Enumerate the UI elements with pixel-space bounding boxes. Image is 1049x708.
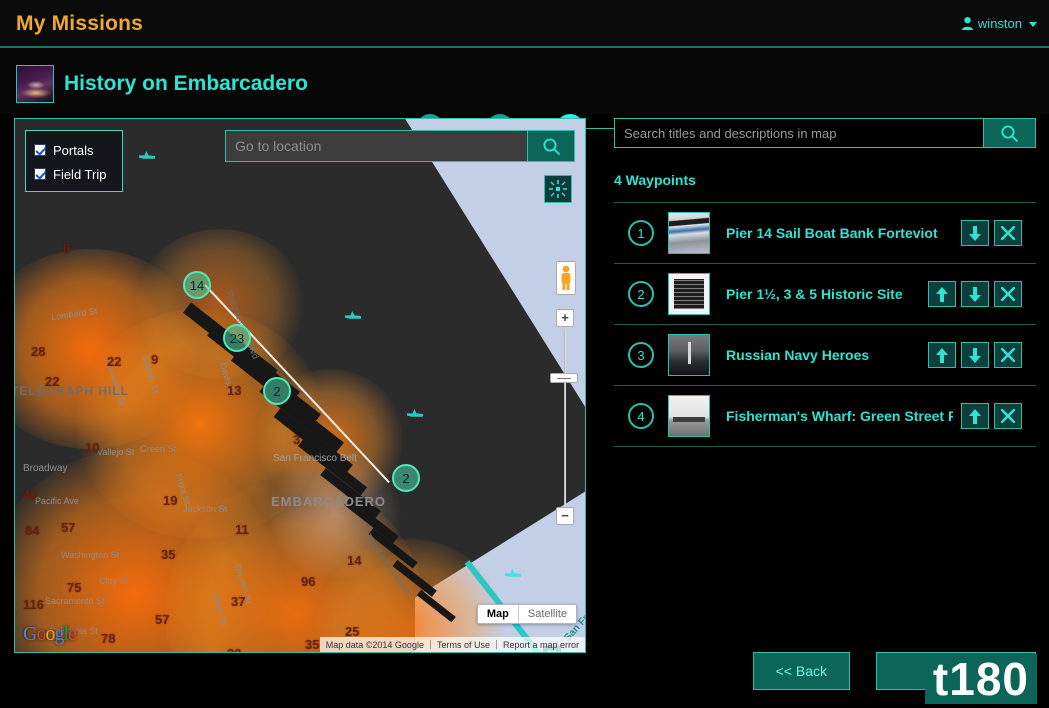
watermark: t180 bbox=[924, 654, 1037, 704]
zoom-slider-track[interactable] bbox=[550, 329, 578, 505]
map-type-switcher[interactable]: Map Satellite bbox=[476, 604, 577, 624]
terms-of-use-link[interactable]: Terms of Use bbox=[431, 640, 496, 650]
waypoint-title[interactable]: Fisherman's Wharf: Green Street Pier bbox=[726, 408, 953, 424]
thumbnail-art bbox=[674, 279, 704, 309]
report-map-error-link[interactable]: Report a map error bbox=[497, 640, 585, 650]
table-row[interactable]: 3 Russian Navy Heroes bbox=[614, 325, 1036, 386]
street-view-pegman-icon bbox=[561, 265, 571, 290]
waypoint-order-number: 2 bbox=[628, 281, 654, 307]
map-data-credit: Map data ©2014 Google bbox=[325, 639, 424, 650]
arrow-down-icon bbox=[969, 286, 981, 302]
waypoint-thumbnail[interactable] bbox=[668, 395, 710, 437]
chevron-down-icon bbox=[1029, 22, 1037, 27]
thumbnail-glow bbox=[27, 81, 45, 89]
close-x-icon bbox=[1001, 348, 1015, 362]
map-type-satellite[interactable]: Satellite bbox=[519, 605, 576, 623]
recenter-crosshair-icon bbox=[549, 180, 567, 198]
waypoint-search[interactable] bbox=[614, 118, 1036, 148]
map-canvas[interactable]: 80 San Francisco Lombard St Sansome St B… bbox=[15, 119, 585, 652]
waypoint-order-number: 3 bbox=[628, 342, 654, 368]
zoom-in-button[interactable]: + bbox=[556, 309, 574, 327]
layer-toggle-field-trip[interactable]: Field Trip bbox=[34, 162, 114, 186]
remove-waypoint-button[interactable] bbox=[994, 220, 1022, 246]
search-icon bbox=[1001, 124, 1018, 142]
map-type-map[interactable]: Map bbox=[478, 605, 518, 623]
person-icon bbox=[961, 17, 973, 30]
waypoint-count-label: 4 Waypoints bbox=[614, 172, 696, 188]
table-row[interactable]: 2 Pier 1½, 3 & 5 Historic Site bbox=[614, 264, 1036, 325]
map-layers-control[interactable]: Portals Field Trip bbox=[25, 130, 123, 192]
map-location-search[interactable] bbox=[225, 130, 575, 162]
recenter-map-button[interactable] bbox=[544, 175, 572, 203]
close-x-icon bbox=[1001, 287, 1015, 301]
waypoint-actions bbox=[961, 403, 1022, 429]
arrow-down-icon bbox=[969, 347, 981, 363]
app-title: My Missions bbox=[16, 12, 144, 35]
waypoint-thumbnail[interactable] bbox=[668, 212, 710, 254]
waypoint-actions bbox=[961, 220, 1022, 246]
zoom-slider-rail bbox=[564, 329, 566, 505]
goto-location-input[interactable] bbox=[225, 130, 527, 162]
remove-waypoint-button[interactable] bbox=[994, 403, 1022, 429]
waypoint-order-number: 4 bbox=[628, 403, 654, 429]
waypoint-list: 1 Pier 14 Sail Boat Bank Forteviot 2 Pie… bbox=[614, 202, 1036, 447]
goto-location-search-button[interactable] bbox=[527, 130, 575, 162]
layer-label-field-trip: Field Trip bbox=[53, 166, 107, 182]
map-zoom-controls[interactable]: + − bbox=[550, 309, 578, 525]
map-cluster-marker[interactable]: 2 bbox=[392, 464, 420, 492]
waypoints-panel: 4 Waypoints 1 Pier 14 Sail Boat Bank For… bbox=[614, 118, 1036, 558]
waypoint-thumbnail[interactable] bbox=[668, 273, 710, 315]
waypoint-thumbnail[interactable] bbox=[668, 334, 710, 376]
arrow-up-icon bbox=[969, 408, 981, 424]
move-down-button[interactable] bbox=[961, 220, 989, 246]
waypoint-search-button[interactable] bbox=[983, 118, 1036, 148]
waypoint-title[interactable]: Pier 1½, 3 & 5 Historic Site bbox=[726, 286, 920, 302]
arrow-down-icon bbox=[969, 225, 981, 241]
waypoint-search-input[interactable] bbox=[614, 118, 983, 148]
layer-label-portals: Portals bbox=[53, 142, 94, 158]
waypoint-actions bbox=[928, 342, 1022, 368]
move-down-button[interactable] bbox=[961, 281, 989, 307]
map-cluster-marker[interactable]: 2 bbox=[263, 377, 291, 405]
waypoint-order-number: 1 bbox=[628, 220, 654, 246]
page-title: History on Embarcadero bbox=[64, 72, 308, 95]
thumbnail-glow bbox=[21, 88, 51, 98]
map-cluster-marker[interactable]: 14 bbox=[183, 271, 211, 299]
mission-header: History on Embarcadero WAYPOINTS bbox=[0, 48, 1049, 158]
move-up-button[interactable] bbox=[961, 403, 989, 429]
top-bar: My Missions winston bbox=[0, 0, 1049, 48]
waypoint-title[interactable]: Russian Navy Heroes bbox=[726, 347, 920, 363]
username-label: winston bbox=[977, 16, 1022, 31]
map-panel[interactable]: 80 San Francisco Lombard St Sansome St B… bbox=[14, 118, 586, 653]
move-down-button[interactable] bbox=[961, 342, 989, 368]
move-up-button[interactable] bbox=[928, 342, 956, 368]
table-row[interactable]: 1 Pier 14 Sail Boat Bank Forteviot bbox=[614, 203, 1036, 264]
remove-waypoint-button[interactable] bbox=[994, 342, 1022, 368]
waypoint-actions bbox=[928, 281, 1022, 307]
remove-waypoint-button[interactable] bbox=[994, 281, 1022, 307]
close-x-icon bbox=[1001, 409, 1015, 423]
search-icon bbox=[542, 137, 560, 155]
back-button[interactable]: << Back bbox=[752, 652, 850, 690]
street-view-pegman[interactable] bbox=[556, 261, 576, 295]
move-up-button[interactable] bbox=[928, 281, 956, 307]
arrow-up-icon bbox=[936, 347, 948, 363]
waypoint-title[interactable]: Pier 14 Sail Boat Bank Forteviot bbox=[726, 225, 953, 241]
mission-thumbnail[interactable] bbox=[16, 65, 54, 103]
checkbox-checked-icon[interactable] bbox=[34, 144, 46, 156]
close-x-icon bbox=[1001, 226, 1015, 240]
arrow-up-icon bbox=[936, 286, 948, 302]
zoom-slider-thumb[interactable] bbox=[550, 373, 578, 383]
zoom-out-button[interactable]: − bbox=[556, 507, 574, 525]
map-cluster-marker[interactable]: 23 bbox=[223, 324, 251, 352]
checkbox-checked-icon[interactable] bbox=[34, 168, 46, 180]
map-attribution: Map data ©2014 Google Terms of Use Repor… bbox=[319, 637, 585, 652]
table-row[interactable]: 4 Fisherman's Wharf: Green Street Pier bbox=[614, 386, 1036, 447]
layer-toggle-portals[interactable]: Portals bbox=[34, 138, 114, 162]
user-menu[interactable]: winston bbox=[961, 16, 1037, 31]
